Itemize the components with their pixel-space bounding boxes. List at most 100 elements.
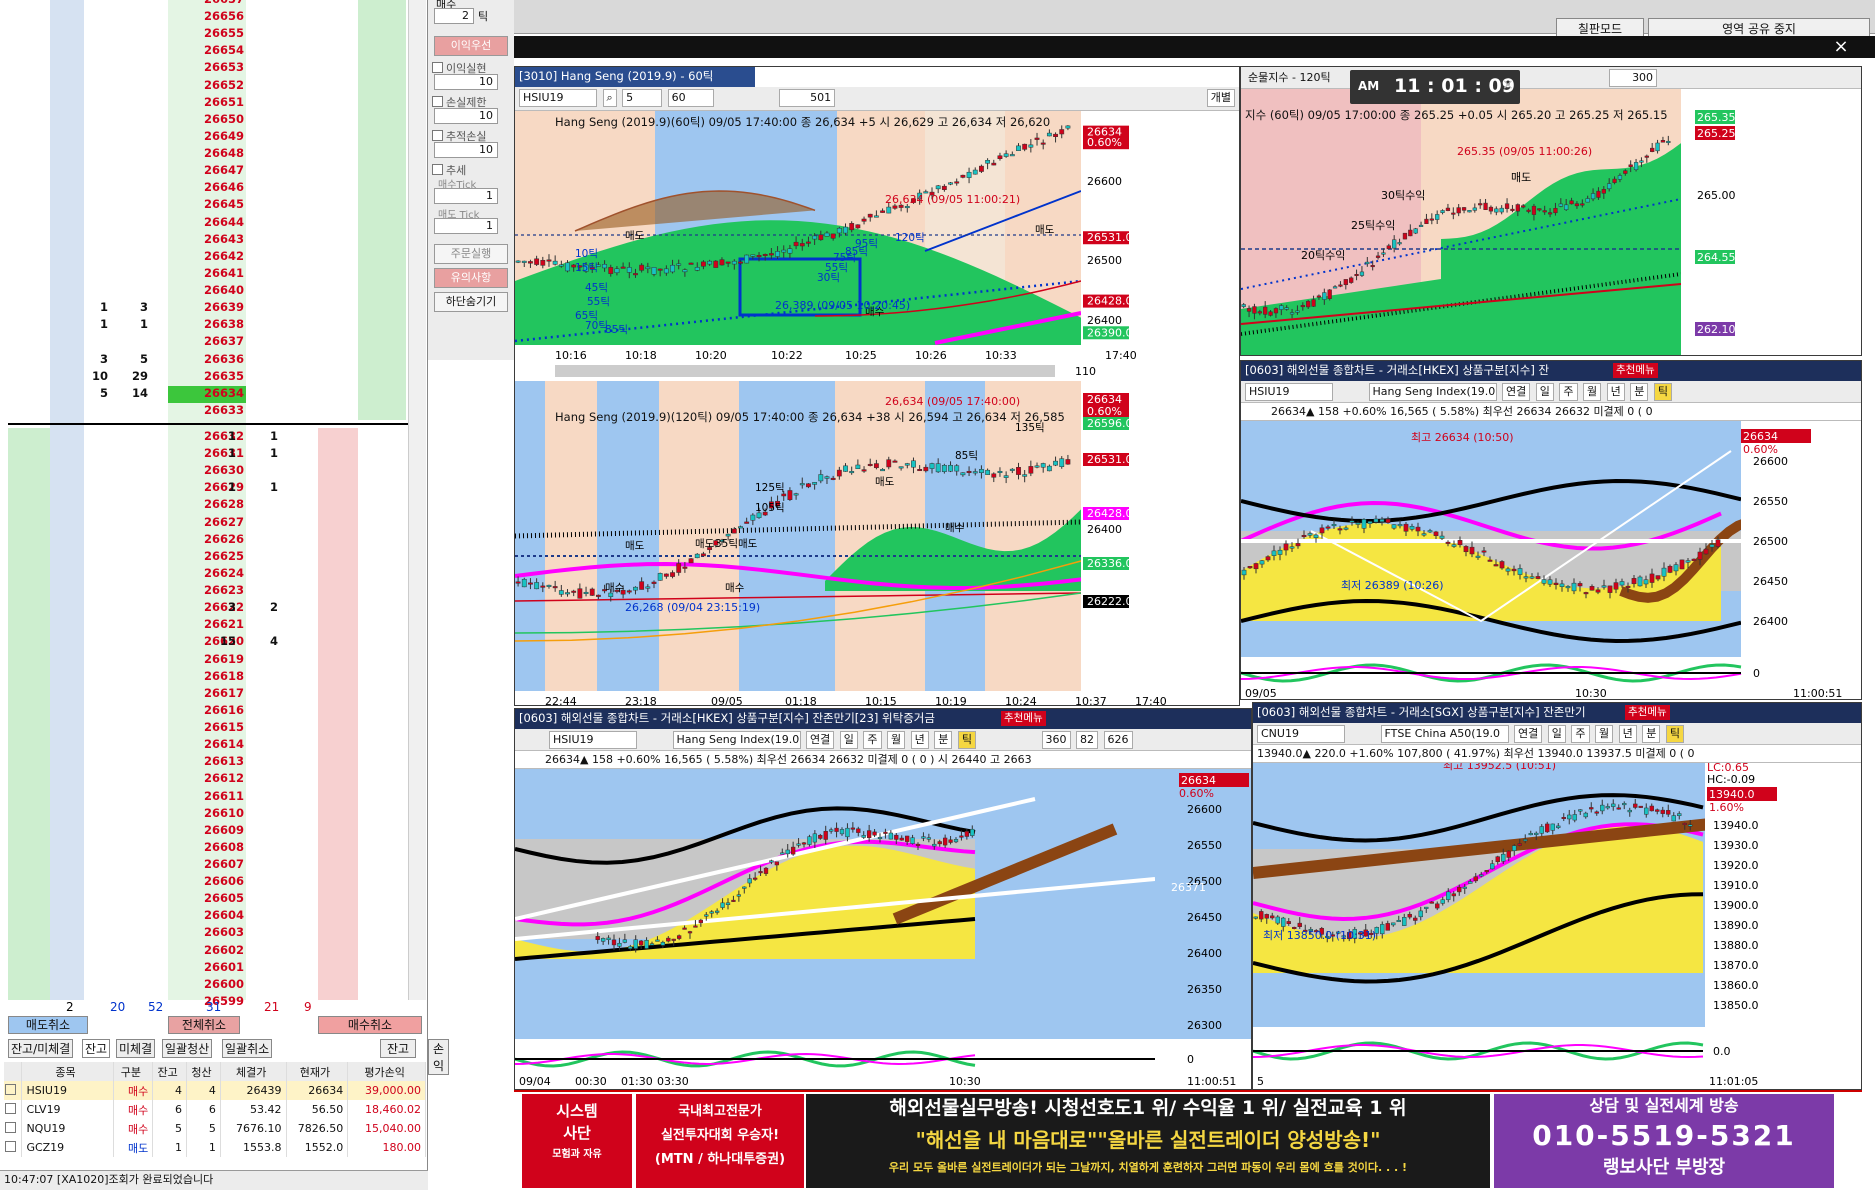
chart-c-title[interactable]: 순물지수 - 120틱 [1245, 70, 1334, 88]
chart-e-tb-5[interactable]: 분 [934, 731, 953, 749]
row-checkbox[interactable] [4, 1081, 23, 1100]
ladder-row[interactable]: 26635 10 29 [8, 368, 408, 385]
ladder-row[interactable]: 26605 [8, 890, 408, 907]
tab-bulk-cancel[interactable]: 일괄취소 [222, 1039, 273, 1058]
ladder-row[interactable]: 26628 [8, 496, 408, 513]
ladder-row[interactable]: 26613 [8, 753, 408, 770]
ladder-row[interactable]: 26644 [8, 214, 408, 231]
ladder-row[interactable]: 26653 [8, 59, 408, 76]
tab-unfilled[interactable]: 미체결 [116, 1039, 156, 1058]
ladder-row[interactable]: 26603 [8, 924, 408, 941]
sell-tick-input[interactable]: 1 [434, 218, 498, 234]
ladder-row[interactable]: 26643 [8, 231, 408, 248]
chart-e-tb-2[interactable]: 주 [863, 731, 882, 749]
position-row[interactable]: CLV19 매수 6 6 53.42 56.50 18,460.02 [4, 1100, 426, 1119]
position-row[interactable]: GCZ19 매도 1 1 1553.8 1552.0 180.00 [4, 1138, 426, 1157]
ladder-row[interactable]: 26606 [8, 873, 408, 890]
ladder-row[interactable]: 26645 [8, 196, 408, 213]
buy-tick-input[interactable]: 1 [434, 188, 498, 204]
ladder-row[interactable]: 26631 1 1 [8, 445, 408, 462]
ladder-row[interactable]: 26633 [8, 402, 408, 419]
chart-d-tb-0[interactable]: 연결 [1502, 383, 1531, 401]
ladder-row[interactable]: 26619 [8, 651, 408, 668]
chart-a-period[interactable]: 5 [622, 89, 663, 107]
chart-e-tb-6[interactable]: 틱 [957, 731, 976, 749]
hide-bottom-button[interactable]: 하단숨기기 [434, 292, 508, 312]
ladder-row[interactable]: 26629 1 1 [8, 479, 408, 496]
chart-e-tb-4[interactable]: 년 [910, 731, 929, 749]
ladder-row[interactable]: 26623 [8, 582, 408, 599]
chart-e-82[interactable]: 82 [1076, 731, 1098, 749]
ladder-row[interactable]: 26617 [8, 685, 408, 702]
chart-f-tb-1[interactable]: 일 [1547, 725, 1566, 743]
chart-a-individual[interactable]: 개별 [1206, 89, 1235, 107]
chart-d-symbol[interactable]: HSIU19 [1245, 383, 1333, 401]
search-icon[interactable]: ⌕ [602, 89, 617, 107]
ladder-row[interactable]: 26651 [8, 94, 408, 111]
ladder-row[interactable]: 26654 [8, 42, 408, 59]
ladder-row[interactable]: 26611 [8, 788, 408, 805]
trail-input[interactable]: 10 [434, 142, 498, 158]
profit-real-input[interactable]: 10 [434, 74, 498, 90]
chart-e-360[interactable]: 360 [1041, 731, 1071, 749]
order-exec-button[interactable]: 주문실행 [434, 244, 508, 264]
ladder-row[interactable]: 26652 [8, 77, 408, 94]
ladder-row[interactable]: 26656 [8, 8, 408, 25]
balance-button[interactable]: 잔고 [380, 1039, 417, 1058]
ladder-row[interactable]: 26636 3 5 [8, 351, 408, 368]
ladder-row[interactable]: 26625 [8, 548, 408, 565]
ladder-row[interactable]: 26648 [8, 145, 408, 162]
ladder-row[interactable]: 26615 [8, 719, 408, 736]
ladder-scrollbar[interactable] [408, 0, 426, 1000]
chart-e-626[interactable]: 626 [1103, 731, 1133, 749]
qty-stepper[interactable]: 2 [434, 8, 474, 24]
chart-c-canvas[interactable]: 265.35 265.25 265.00 264.55 262.10 265.35 (09… [1241, 89, 1862, 356]
chart-d-canvas[interactable]: 266340.60%2660026550265002645026400최고 26… [1241, 421, 1862, 700]
ladder-row[interactable]: 26607 [8, 856, 408, 873]
chart-a-title[interactable]: [3010] Hang Seng (2019.9) - 60틱 [515, 67, 755, 87]
chart-a-symbol[interactable]: HSIU19 [519, 89, 597, 107]
ad-banner[interactable]: 시스템 사단 모험과 자유 국내최고전문가 실전투자대회 우승자! (MTN /… [514, 1090, 1862, 1190]
position-row[interactable]: NQU19 매수 5 5 7676.10 7826.50 15,040.00 [4, 1119, 426, 1138]
chart-d-tb-4[interactable]: 년 [1606, 383, 1625, 401]
chart-f-title[interactable]: [0603] 해외선물 종합차트 - 거래소[SGX] 상품구분[지수] 잔존만… [1253, 703, 1861, 723]
ladder-row[interactable]: 26632 1 1 [8, 428, 408, 445]
ladder-row[interactable]: 26602 [8, 942, 408, 959]
clock-close-icon[interactable]: × [1502, 77, 1514, 93]
chart-e-recommend[interactable]: 추천메뉴 [1001, 711, 1046, 726]
ladder-row[interactable]: 26634 5 14 [8, 385, 408, 403]
ladder-row[interactable]: 26618 [8, 668, 408, 685]
chart-d-tb-6[interactable]: 틱 [1653, 383, 1672, 401]
chart-d-tb-2[interactable]: 주 [1559, 383, 1578, 401]
notice-button[interactable]: 유의사항 [434, 268, 508, 288]
chart-f-tb-4[interactable]: 년 [1618, 725, 1637, 743]
chart-a-501[interactable]: 501 [779, 89, 836, 107]
chart-f-name[interactable]: FTSE China A50(19.0 [1380, 725, 1509, 743]
ladder-row[interactable]: 26640 [8, 282, 408, 299]
ladder-row[interactable]: 26614 [8, 736, 408, 753]
ladder-row[interactable]: 26630 [8, 462, 408, 479]
ladder-row[interactable]: 26626 [8, 531, 408, 548]
ladder-row[interactable]: 26649 [8, 128, 408, 145]
ladder-row[interactable]: 26600 [8, 976, 408, 993]
ladder-row[interactable]: 26610 [8, 805, 408, 822]
chart-e-tb-3[interactable]: 월 [887, 731, 906, 749]
ladder-row[interactable]: 26609 [8, 822, 408, 839]
chart-e-title[interactable]: [0603] 해외선물 종합차트 - 거래소[HKEX] 상품구분[지수] 잔존… [515, 709, 1251, 729]
ladder-row[interactable]: 26637 [8, 333, 408, 350]
ladder-row[interactable]: 26620 15 4 [8, 633, 408, 650]
chart-f-tb-6[interactable]: 틱 [1665, 725, 1684, 743]
chart-f-tb-5[interactable]: 분 [1642, 725, 1661, 743]
chart-f-tb-2[interactable]: 주 [1571, 725, 1590, 743]
chart-e-tb-0[interactable]: 연결 [806, 731, 835, 749]
pnl-button[interactable]: 손익 [428, 1039, 450, 1075]
ladder-row[interactable]: 26608 [8, 839, 408, 856]
chart-e-name[interactable]: Hang Seng Index(19.0 [672, 731, 801, 749]
cancel-buy-button[interactable]: 매수취소 [318, 1016, 422, 1034]
chart-e-tb-1[interactable]: 일 [839, 731, 858, 749]
chart-e-symbol[interactable]: HSIU19 [549, 731, 637, 749]
chart-e-canvas[interactable]: 266340.60%266002655026500264502640026350… [515, 769, 1252, 1090]
ladder-row[interactable]: 26612 [8, 770, 408, 787]
chart-d-tb-1[interactable]: 일 [1535, 383, 1554, 401]
ladder-row[interactable]: 26627 [8, 514, 408, 531]
